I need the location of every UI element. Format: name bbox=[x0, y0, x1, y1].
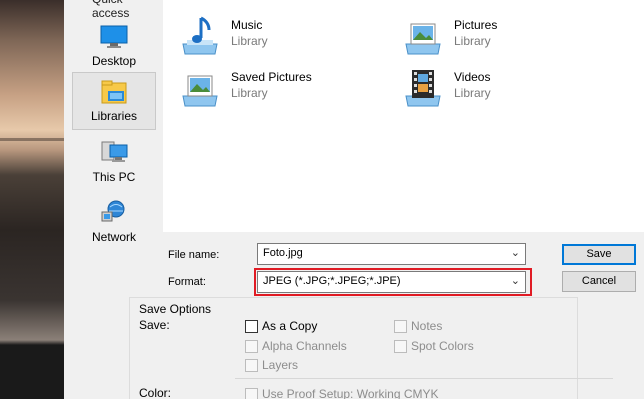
checkbox-label: Use Proof Setup: Working CMYK bbox=[262, 387, 439, 399]
checkbox-box[interactable] bbox=[245, 359, 258, 372]
color-label: Color: bbox=[139, 386, 172, 399]
checkbox-label: Notes bbox=[411, 319, 443, 333]
format-value: JPEG (*.JPG;*.JPEG;*.JPE) bbox=[263, 275, 401, 287]
chevron-down-icon[interactable]: ⌄ bbox=[511, 274, 520, 287]
filename-label: File name: bbox=[168, 249, 220, 261]
network-icon bbox=[98, 198, 130, 228]
options-divider bbox=[235, 378, 613, 379]
nav-item-label: Libraries bbox=[90, 109, 138, 123]
saved-pictures-library-icon bbox=[179, 66, 221, 110]
nav-item-label: Network bbox=[91, 230, 136, 244]
library-type: Library bbox=[231, 86, 268, 100]
library-type: Library bbox=[231, 34, 268, 48]
computer-icon bbox=[98, 138, 130, 168]
nav-item-network[interactable]: Network bbox=[72, 194, 156, 252]
nav-heading-quick-access[interactable]: Quick access bbox=[92, 0, 162, 20]
pictures-library-icon bbox=[402, 14, 444, 58]
cancel-button[interactable]: Cancel bbox=[562, 271, 636, 292]
nav-item-label: Desktop bbox=[91, 54, 137, 68]
checkbox-box[interactable] bbox=[394, 340, 407, 353]
save-button[interactable]: Save bbox=[562, 244, 636, 265]
checkbox-box[interactable] bbox=[245, 320, 258, 333]
nav-item-this-pc[interactable]: This PC bbox=[72, 134, 156, 192]
library-type: Library bbox=[454, 34, 491, 48]
nav-item-desktop[interactable]: Desktop bbox=[72, 18, 156, 76]
filename-input[interactable]: Foto.jpg ⌄ bbox=[257, 243, 526, 265]
save-label: Save: bbox=[139, 318, 170, 332]
nav-item-label: This PC bbox=[92, 170, 136, 184]
checkbox-label: Alpha Channels bbox=[262, 339, 347, 353]
chevron-down-icon[interactable]: ⌄ bbox=[511, 246, 520, 259]
format-select[interactable]: JPEG (*.JPG;*.JPEG;*.JPE) ⌄ bbox=[257, 271, 526, 293]
videos-library-icon bbox=[402, 66, 444, 110]
file-list[interactable]: Music Library Pictures Library Saved Pic… bbox=[163, 0, 644, 232]
checkbox-label: Spot Colors bbox=[411, 339, 474, 353]
desktop-icon bbox=[98, 22, 130, 52]
library-item-music[interactable]: Music Library bbox=[171, 14, 371, 58]
save-options-group: Save Options Save: As a Copy Notes Alpha… bbox=[129, 297, 613, 399]
checkbox-label: Layers bbox=[262, 358, 299, 372]
music-library-icon bbox=[179, 14, 221, 58]
libraries-icon bbox=[98, 77, 130, 107]
library-type: Library bbox=[454, 86, 491, 100]
checkbox-box[interactable] bbox=[245, 388, 258, 399]
library-name: Saved Pictures bbox=[231, 70, 312, 84]
library-item-videos[interactable]: Videos Library bbox=[394, 66, 594, 110]
background-photo bbox=[0, 0, 64, 399]
photo-horizon bbox=[0, 138, 64, 141]
save-as-dialog: Quick access Desktop Libraries bbox=[64, 0, 644, 399]
navigation-pane: Quick access Desktop Libraries bbox=[64, 0, 162, 244]
format-label: Format: bbox=[168, 276, 206, 288]
library-name: Pictures bbox=[454, 18, 498, 32]
library-item-pictures[interactable]: Pictures Library bbox=[394, 14, 594, 58]
library-item-saved-pictures[interactable]: Saved Pictures Library bbox=[171, 66, 371, 110]
checkbox-label: As a Copy bbox=[262, 319, 318, 333]
library-name: Music bbox=[231, 18, 263, 32]
save-options-title: Save Options bbox=[139, 302, 212, 316]
nav-item-libraries[interactable]: Libraries bbox=[72, 72, 156, 130]
checkbox-box[interactable] bbox=[245, 340, 258, 353]
filename-value: Foto.jpg bbox=[263, 247, 303, 259]
library-name: Videos bbox=[454, 70, 491, 84]
checkbox-box[interactable] bbox=[394, 320, 407, 333]
